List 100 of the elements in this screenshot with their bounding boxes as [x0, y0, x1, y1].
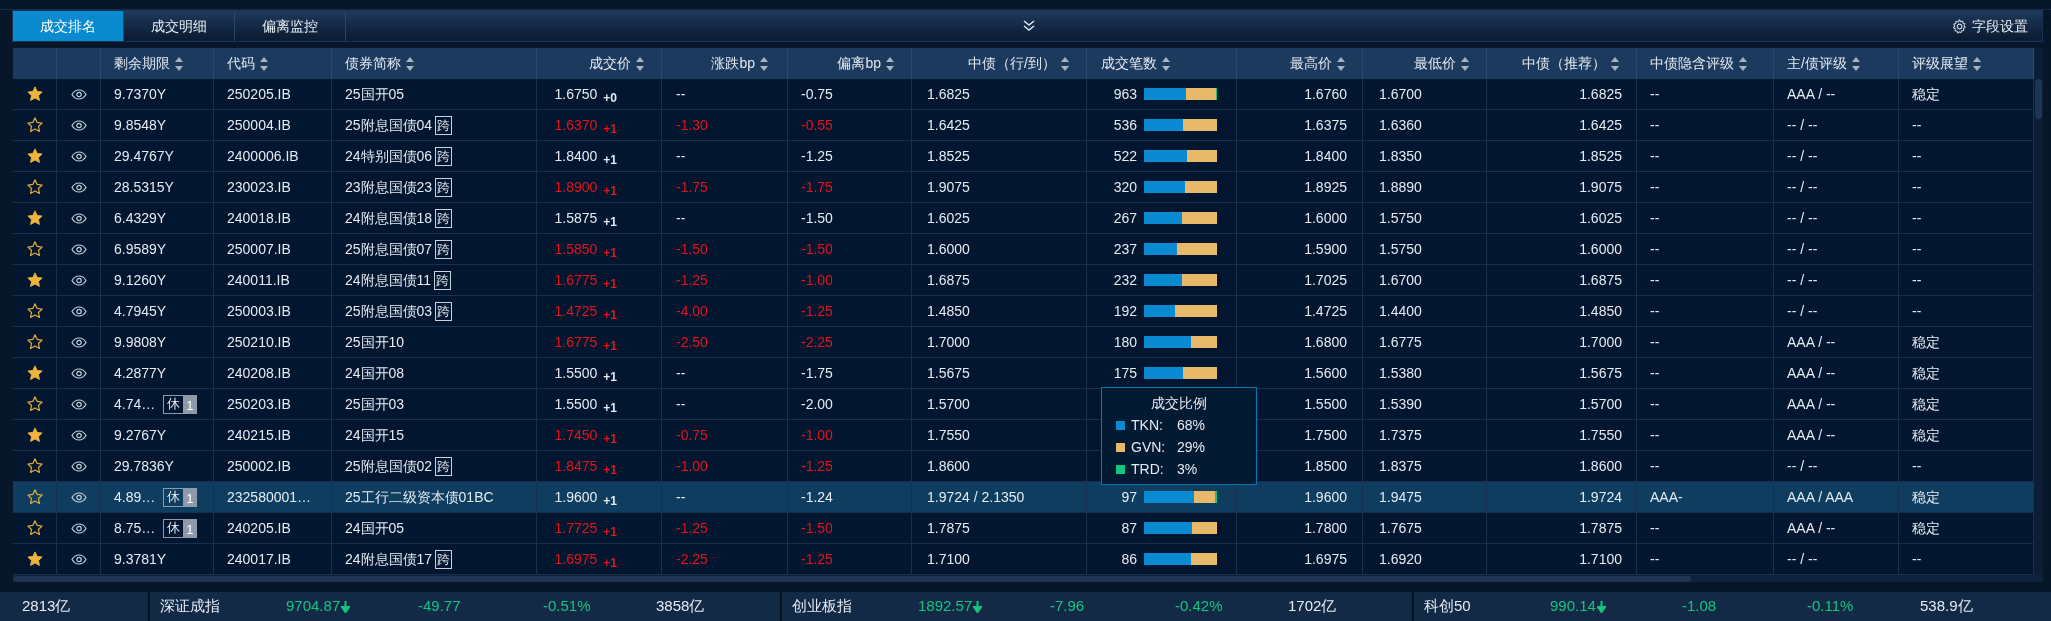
index-name: 创业板指 — [792, 596, 853, 617]
table-row[interactable]: 6.4329Y 240018.IB 24附息国债18 跨 1.5875 +1 -- -1.50 1.6025 267 1.6000 1.5750 1.6025 -- -- / -- -- — [13, 203, 2034, 234]
table-cell: -1.50 — [788, 234, 912, 265]
table-row[interactable]: 9.9808Y 250210.IB 25国开10 1.6775 +1 -2.50 -2.25 1.7000 180 1.6800 1.6775 1.7000 -- AAA / -- 稳定 — [13, 327, 2034, 358]
legend-label: TRD: — [1131, 459, 1165, 479]
trade-count-text: 522 — [1112, 146, 1137, 166]
star-icon[interactable] — [25, 488, 44, 506]
star-icon[interactable] — [25, 519, 44, 537]
sort-icon[interactable] — [1610, 55, 1620, 72]
eye-icon[interactable] — [70, 243, 87, 255]
tab[interactable]: 成交明细 — [124, 11, 235, 41]
eye-icon[interactable] — [70, 336, 87, 348]
eye-icon[interactable] — [70, 460, 87, 472]
sort-icon[interactable] — [174, 55, 184, 72]
eye-icon[interactable] — [70, 305, 87, 317]
term-text: 4.89… — [114, 487, 156, 507]
table-cell: -- / -- — [1774, 141, 1899, 172]
table-row[interactable]: 9.7370Y 250205.IB 25国开05 1.6750 +0 -- -0.75 1.6825 963 1.6760 1.6700 1.6825 -- AAA / -- 稳定 — [13, 79, 2034, 110]
table-cell: -1.00 — [788, 420, 912, 451]
star-icon[interactable] — [25, 395, 44, 413]
table-cell: 1.7875 — [912, 513, 1087, 544]
eye-icon[interactable] — [70, 553, 87, 565]
sort-icon[interactable] — [1972, 55, 1982, 72]
eye-icon[interactable] — [70, 119, 87, 131]
sort-icon[interactable] — [759, 55, 769, 72]
eye-icon[interactable] — [70, 367, 87, 379]
star-icon[interactable] — [25, 271, 44, 289]
horizontal-scrollbar[interactable] — [13, 575, 2043, 582]
price-text: 1.8475 — [554, 456, 598, 476]
cross-badge: 跨 — [435, 239, 453, 259]
sort-icon[interactable] — [1161, 55, 1171, 72]
tooltip-title: 成交比例 — [1150, 394, 1208, 413]
star-icon[interactable] — [25, 550, 44, 568]
table-row[interactable]: 28.5315Y 230023.IB 23附息国债23 跨 1.8900 +1 -1.75 -1.75 1.9075 320 1.8925 1.8890 1.9075 -- -- / -- -- — [13, 172, 2034, 203]
star-icon[interactable] — [25, 209, 44, 227]
eye-icon[interactable] — [70, 212, 87, 224]
table-row[interactable]: 4.7945Y 250003.IB 25附息国债03 跨 1.4725 +1 -4.00 -1.25 1.4850 192 1.4725 1.4400 1.4850 -- -- / -- -- — [13, 296, 2034, 327]
table-row[interactable]: 6.9589Y 250007.IB 25附息国债07 跨 1.5850 +1 -1.50 -1.50 1.6000 237 1.5900 1.5750 1.6000 -- -- / -- -- — [13, 234, 2034, 265]
star-icon[interactable] — [25, 178, 44, 196]
table-row[interactable]: 4.89… 休 1 232580001… 25工行二级资本债01BC 1.9600 +1 -- -1.24 1.9724 / 2.1350 97 1.9600 1.9475 1.9724 AAA- AAA / AAA 稳定 — [13, 482, 2034, 513]
eye-icon[interactable] — [70, 88, 87, 100]
eye-icon[interactable] — [70, 522, 87, 534]
trade-count-text: 87 — [1120, 518, 1137, 538]
table-row[interactable]: 9.1260Y 240011.IB 24附息国债11 跨 1.6775 +1 -1.25 -1.00 1.6875 232 1.7025 1.6700 1.6875 -- -- / -- -- — [13, 265, 2034, 296]
table-cell: 1.5390 — [1363, 389, 1487, 420]
price-text: 1.4725 — [554, 301, 598, 321]
star-icon[interactable] — [25, 240, 44, 258]
table-cell: -- — [1637, 420, 1774, 451]
table-cell: -- / -- — [1774, 203, 1899, 234]
table-row[interactable]: 9.8548Y 250004.IB 25附息国债04 跨 1.6370 +1 -1.30 -0.55 1.6425 536 1.6375 1.6360 1.6425 -- -- / -- -- — [13, 110, 2034, 141]
eye-icon[interactable] — [70, 491, 87, 503]
star-icon[interactable] — [25, 147, 44, 165]
eye-icon[interactable] — [70, 150, 87, 162]
star-icon[interactable] — [25, 457, 44, 475]
table-cell: 1.6875 — [1487, 265, 1637, 296]
vertical-scrollbar[interactable] — [2034, 48, 2043, 575]
expand-icon[interactable] — [1022, 20, 1036, 32]
tab[interactable]: 成交排名 — [13, 11, 124, 41]
table-cell: 1.4850 — [1487, 296, 1637, 327]
eye-icon[interactable] — [70, 274, 87, 286]
sort-icon[interactable] — [1336, 55, 1346, 72]
bond-name-text: 24附息国债11 — [345, 270, 432, 290]
sort-icon[interactable] — [405, 55, 415, 72]
table-cell: 250007.IB — [214, 234, 332, 265]
star-icon[interactable] — [25, 333, 44, 351]
table-cell: 232580001… — [214, 482, 332, 513]
star-icon[interactable] — [25, 302, 44, 320]
sort-icon[interactable] — [635, 55, 645, 72]
eye-icon[interactable] — [70, 181, 87, 193]
table-cell: -1.50 — [788, 513, 912, 544]
table-cell: 1.6825 — [1487, 79, 1637, 110]
table-cell: -- / -- — [1774, 110, 1899, 141]
star-icon[interactable] — [25, 116, 44, 134]
bond-name-text: 25工行二级资本债01BC — [345, 487, 494, 507]
sort-icon[interactable] — [259, 55, 269, 72]
sort-icon[interactable] — [1738, 55, 1748, 72]
star-icon[interactable] — [25, 364, 44, 382]
table-cell: -- — [1637, 79, 1774, 110]
eye-icon[interactable] — [70, 398, 87, 410]
table-cell: -- — [1637, 265, 1774, 296]
table-cell: 1.8925 — [1237, 172, 1363, 203]
table-cell: 1.7800 — [1237, 513, 1363, 544]
tab[interactable]: 偏离监控 — [235, 11, 346, 41]
bond-name-text: 24附息国债17 — [345, 549, 433, 569]
sort-icon[interactable] — [885, 55, 895, 72]
sort-icon[interactable] — [1460, 55, 1470, 72]
table-cell: 1.7875 — [1487, 513, 1637, 544]
table-cell: -- — [1637, 358, 1774, 389]
sort-icon[interactable] — [1850, 55, 1861, 72]
eye-icon[interactable] — [70, 429, 87, 441]
star-icon[interactable] — [25, 85, 44, 103]
table-cell: 1.5675 — [1487, 358, 1637, 389]
term-text: 9.3781Y — [114, 549, 167, 569]
table-cell: 230023.IB — [214, 172, 332, 203]
star-icon[interactable] — [25, 426, 44, 444]
table-row[interactable]: 29.4767Y 2400006.IB 24特别国债06 跨 1.8400 +1 -- -1.25 1.8525 522 1.8400 1.8350 1.8525 -- -- / -- -- — [13, 141, 2034, 172]
table-cell: -- — [1637, 141, 1774, 172]
table-row[interactable]: 8.75… 休 1 240205.IB 24国开05 1.7725 +1 -1.25 -1.50 1.7875 87 1.7800 1.7675 1.7875 -- AAA / -- 稳定 — [13, 513, 2034, 544]
sort-icon[interactable] — [1060, 55, 1070, 72]
settings-button[interactable]: 字段设置 — [1952, 16, 2028, 37]
